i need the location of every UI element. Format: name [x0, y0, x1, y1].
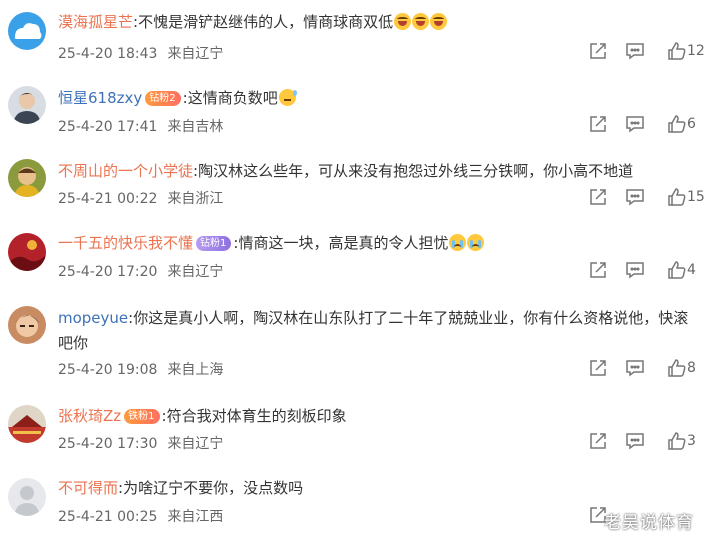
- comment-date: 25-4-20 19:08: [58, 362, 158, 378]
- like-count: 8: [687, 360, 696, 376]
- like-count: 3: [687, 433, 696, 449]
- sweat-emoji-icon: [278, 89, 297, 106]
- share-icon[interactable]: [588, 260, 608, 280]
- like-count: 4: [687, 262, 696, 278]
- avatar[interactable]: [8, 12, 46, 50]
- username[interactable]: 不可得而: [58, 479, 118, 497]
- comment-date: 25-4-20 17:30: [58, 436, 158, 452]
- like-count: 12: [687, 43, 705, 59]
- comment-date: 25-4-21 00:22: [58, 191, 158, 207]
- comment-location: 来自吉林: [167, 119, 224, 135]
- thumbs-up-icon[interactable]: [667, 431, 687, 451]
- username[interactable]: 恒星618zxy: [58, 89, 142, 107]
- laugh-emoji-icon: [412, 13, 430, 30]
- comment-location: 来自辽宁: [167, 436, 224, 452]
- avatar[interactable]: [8, 306, 46, 344]
- avatar[interactable]: [8, 478, 46, 516]
- watermark: 老吴说体育: [604, 513, 694, 533]
- comment-location: 来自辽宁: [167, 46, 224, 62]
- thumbs-up-icon[interactable]: [667, 187, 687, 207]
- fan-badge: 钻粉1: [196, 236, 232, 251]
- thumbs-up-icon[interactable]: [667, 358, 687, 378]
- comment-text: :情商这一块，高是真的令人担忧: [233, 234, 449, 252]
- comment-text: :不愧是滑铲赵继伟的人，情商球商双低: [133, 13, 394, 31]
- comment-text: :陶汉林这么些年，可从来没有抱怨过外线三分铁啊，你小高不地道: [193, 162, 634, 180]
- username[interactable]: 张秋琦Zz: [58, 407, 121, 425]
- cry-emoji-icon: [467, 234, 485, 251]
- cry-emoji-icon: [449, 234, 467, 251]
- avatar[interactable]: [8, 159, 46, 197]
- comment-location: 来自浙江: [167, 191, 224, 207]
- fan-badge: 钻粉2: [145, 91, 181, 106]
- fan-badge: 铁粉1: [124, 409, 160, 424]
- share-icon[interactable]: [588, 114, 608, 134]
- username[interactable]: 不周山的一个小学徒: [58, 162, 193, 180]
- username[interactable]: 漠海孤星芒: [58, 13, 133, 31]
- username[interactable]: mopeyue: [58, 309, 128, 327]
- comment-text-continued: 吧你: [58, 334, 89, 352]
- comment-location: 来自辽宁: [167, 264, 224, 280]
- comment-text: :你这是真小人啊，陶汉林在山东队打了二十年了兢兢业业，你有什么资格说他，快滚: [128, 309, 689, 327]
- like-count: 6: [687, 116, 696, 132]
- laugh-emoji-icon: [394, 13, 412, 30]
- share-icon[interactable]: [588, 431, 608, 451]
- laugh-emoji-icon: [430, 13, 448, 30]
- avatar[interactable]: [8, 405, 46, 443]
- comment-icon[interactable]: [625, 187, 645, 207]
- comment-text: :这情商负数吧: [182, 89, 278, 107]
- thumbs-up-icon[interactable]: [667, 114, 687, 134]
- comment-text: :符合我对体育生的刻板印象: [161, 407, 347, 425]
- thumbs-up-icon[interactable]: [667, 41, 687, 61]
- avatar[interactable]: [8, 233, 46, 271]
- comment-location: 来自上海: [167, 362, 224, 378]
- avatar[interactable]: [8, 86, 46, 124]
- thumbs-up-icon[interactable]: [667, 260, 687, 280]
- like-count: 15: [687, 189, 705, 205]
- comment-date: 25-4-20 18:43: [58, 46, 158, 62]
- comment-icon[interactable]: [625, 114, 645, 134]
- comment-icon[interactable]: [625, 41, 645, 61]
- comment-icon[interactable]: [625, 431, 645, 451]
- comment-date: 25-4-20 17:20: [58, 264, 158, 280]
- share-icon[interactable]: [588, 41, 608, 61]
- share-icon[interactable]: [588, 358, 608, 378]
- comment-date: 25-4-20 17:41: [58, 119, 158, 135]
- comment-icon[interactable]: [625, 358, 645, 378]
- comment-icon[interactable]: [625, 260, 645, 280]
- username[interactable]: 一千五的快乐我不懂: [58, 234, 193, 252]
- share-icon[interactable]: [588, 187, 608, 207]
- comment-date: 25-4-21 00:25: [58, 509, 158, 525]
- comment-location: 来自江西: [167, 509, 224, 525]
- comment-text: :为啥辽宁不要你，没点数吗: [118, 479, 304, 497]
